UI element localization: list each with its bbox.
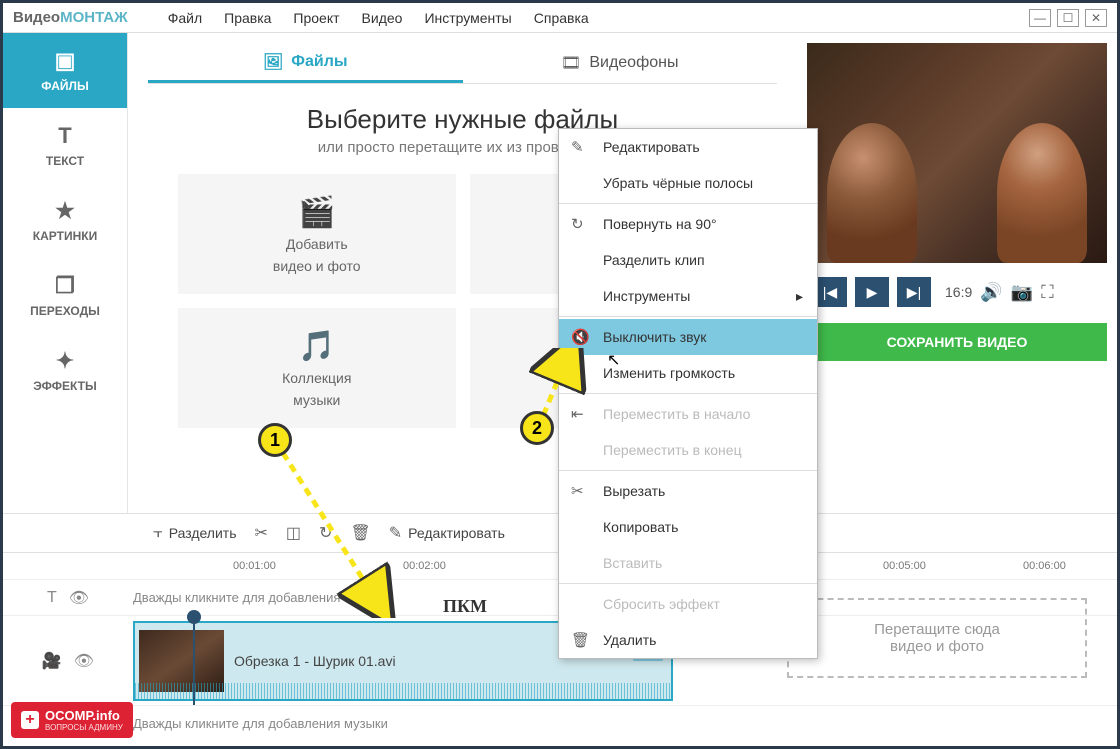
tab-files[interactable]: 🖼 Файлы: [148, 43, 463, 83]
clip-name: Обрезка 1 - Шурик 01.avi: [234, 653, 396, 669]
sidebar-item-text[interactable]: TТЕКСТ: [3, 108, 127, 183]
ctx-remove-bars[interactable]: Убрать чёрные полосы: [559, 165, 817, 201]
drop-zone[interactable]: Перетащите сюда видео и фото: [787, 598, 1087, 678]
annotation-arrow-1: [278, 448, 398, 618]
edit-button[interactable]: ✎Редактировать: [389, 523, 505, 543]
pencil-icon: ✎: [571, 138, 584, 156]
preview-panel: |◀ ▶ ▶| 16:9 🔊 📷 ⛶ СОХРАНИТЬ ВИДЕО: [797, 33, 1117, 513]
eye-icon[interactable]: 👁: [69, 588, 89, 608]
split-icon: ⫟: [153, 524, 163, 542]
volume-icon[interactable]: 🔊: [980, 282, 1002, 303]
ctx-rotate[interactable]: ↻Повернуть на 90°: [559, 206, 817, 242]
watermark: + OCOMP.infoВОПРОСЫ АДМИНУ: [11, 702, 133, 738]
text-icon: T: [58, 123, 71, 149]
menu-project[interactable]: Проект: [293, 10, 339, 26]
aspect-ratio: 16:9: [945, 284, 972, 300]
mouse-cursor-icon: ↖: [607, 350, 620, 370]
annotation-badge-2: 2: [520, 411, 554, 445]
ctx-delete[interactable]: 🗑Удалить: [559, 622, 817, 658]
scissors-icon: ✂: [571, 482, 584, 500]
video-track-icon: 🎥: [42, 651, 62, 671]
effects-icon: ✦: [56, 348, 74, 374]
window-controls: — ☐ ✕: [1029, 9, 1107, 27]
menu-video[interactable]: Видео: [362, 10, 403, 26]
menu-file[interactable]: Файл: [168, 10, 202, 26]
left-sidebar: ▣ФАЙЛЫ TТЕКСТ ★КАРТИНКИ ❐ПЕРЕХОДЫ ✦ЭФФЕК…: [3, 33, 128, 513]
tabs: 🖼 Файлы 🎞 Видеофоны: [148, 43, 777, 84]
titlebar: ВидеоМОНТАЖ Файл Правка Проект Видео Инс…: [3, 3, 1117, 33]
playback-controls: |◀ ▶ ▶| 16:9 🔊 📷 ⛶: [807, 271, 1107, 313]
menu-help[interactable]: Справка: [534, 10, 589, 26]
fullscreen-icon[interactable]: ⛶: [1041, 282, 1054, 303]
ctx-tools[interactable]: Инструменты▸: [559, 278, 817, 314]
tab-backgrounds[interactable]: 🎞 Видеофоны: [463, 43, 778, 83]
close-button[interactable]: ✕: [1085, 9, 1107, 27]
trash-icon: 🗑: [571, 631, 590, 649]
play-button[interactable]: ▶: [855, 277, 889, 307]
card-add-video[interactable]: 🎬Добавитьвидео и фото: [178, 174, 456, 294]
ctx-copy[interactable]: Копировать: [559, 509, 817, 545]
video-preview[interactable]: [807, 43, 1107, 263]
card-music[interactable]: 🎵Коллекциямузыки: [178, 308, 456, 428]
music-icon: 🎵: [298, 329, 335, 364]
ctx-split[interactable]: Разделить клип: [559, 242, 817, 278]
annotation-badge-1: 1: [258, 423, 292, 457]
cut-icon[interactable]: ✂: [255, 523, 268, 543]
ctx-paste: Вставить: [559, 545, 817, 581]
text-track-icon: T: [47, 589, 57, 607]
save-video-button[interactable]: СОХРАНИТЬ ВИДЕО: [807, 323, 1107, 361]
sidebar-item-transitions[interactable]: ❐ПЕРЕХОДЫ: [3, 258, 127, 333]
context-menu: ✎Редактировать Убрать чёрные полосы ↻Пов…: [558, 128, 818, 659]
menubar: Файл Правка Проект Видео Инструменты Спр…: [168, 10, 589, 26]
minimize-button[interactable]: —: [1029, 9, 1051, 27]
ctx-mute[interactable]: 🔇Выключить звук: [559, 319, 817, 355]
next-button[interactable]: ▶|: [897, 277, 931, 307]
ctx-volume[interactable]: Изменить громкость: [559, 355, 817, 391]
plus-icon: +: [21, 711, 39, 729]
maximize-button[interactable]: ☐: [1057, 9, 1079, 27]
ctx-move-end: Переместить в конец: [559, 432, 817, 468]
sidebar-item-files[interactable]: ▣ФАЙЛЫ: [3, 33, 127, 108]
ctx-cut[interactable]: ✂Вырезать: [559, 473, 817, 509]
waveform: [135, 683, 675, 699]
snapshot-icon[interactable]: 📷: [1011, 282, 1033, 303]
sidebar-item-effects[interactable]: ✦ЭФФЕКТЫ: [3, 333, 127, 408]
chevron-right-icon: ▸: [796, 288, 803, 305]
eye-icon[interactable]: 👁: [74, 651, 94, 671]
files-icon: ▣: [55, 48, 76, 74]
menu-tools[interactable]: Инструменты: [424, 10, 511, 26]
ctx-move-start: ⇤Переместить в начало: [559, 396, 817, 432]
ctx-reset-effect: Сбросить эффект: [559, 586, 817, 622]
playhead[interactable]: [193, 616, 195, 705]
rotate-icon: ↻: [571, 215, 584, 233]
ctx-edit[interactable]: ✎Редактировать: [559, 129, 817, 165]
sidebar-item-images[interactable]: ★КАРТИНКИ: [3, 183, 127, 258]
transitions-icon: ❐: [55, 273, 75, 299]
images-icon: ★: [55, 198, 75, 224]
clapper-icon: 🎬: [298, 195, 335, 230]
app-logo: ВидеоМОНТАЖ: [13, 9, 128, 26]
menu-edit[interactable]: Правка: [224, 10, 271, 26]
mute-icon: 🔇: [571, 328, 590, 346]
split-button[interactable]: ⫟Разделить: [153, 524, 237, 542]
prev-button[interactable]: |◀: [813, 277, 847, 307]
music-track[interactable]: ♪👁 Дважды кликните для добавления музыки: [3, 705, 1117, 741]
annotation-label: ПКМ: [443, 596, 487, 617]
